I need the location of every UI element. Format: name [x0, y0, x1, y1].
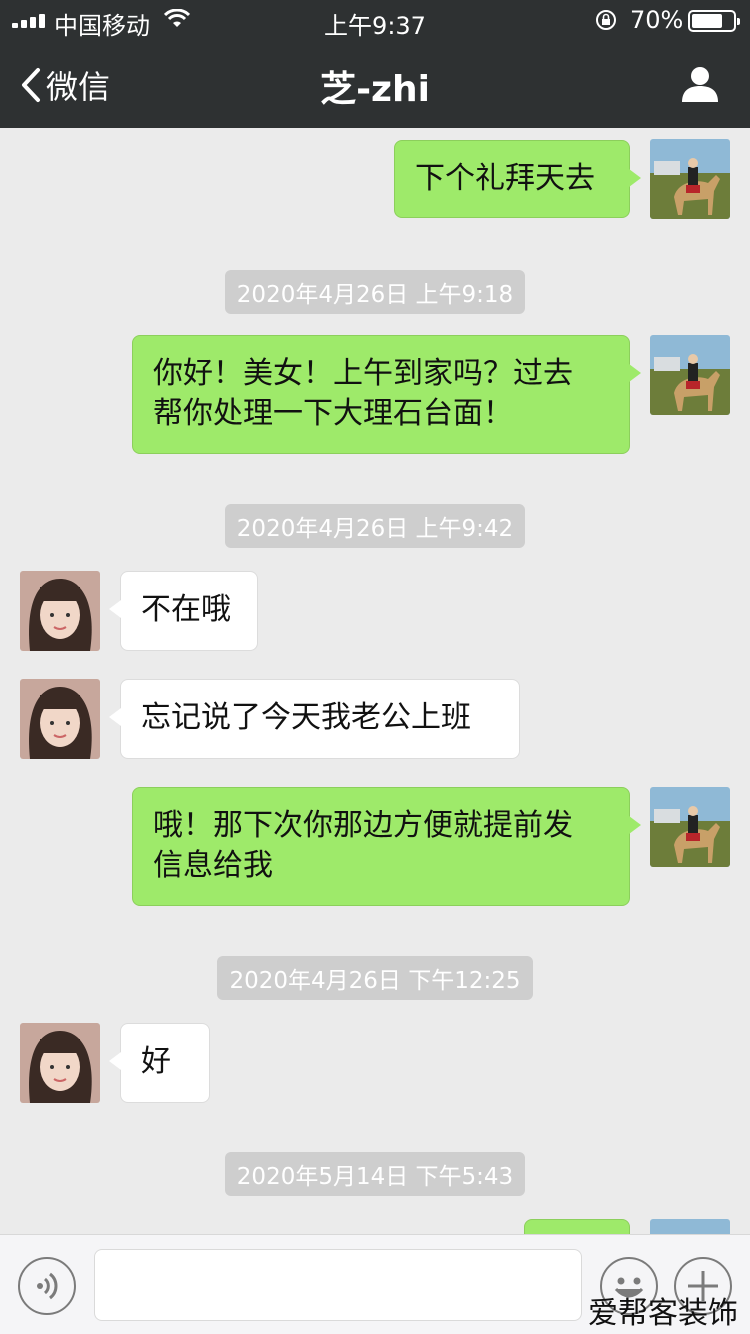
message-text: 不在哦: [141, 592, 231, 627]
message-text: 忘记说了今天我老公上班: [141, 700, 471, 735]
battery-percent: 70%: [630, 6, 684, 34]
message-text-line: 你好！美女！上午到家吗？过去: [153, 356, 573, 391]
my-avatar[interactable]: [650, 1219, 730, 1234]
avatar-photo-girl: [20, 679, 100, 759]
my-avatar[interactable]: [650, 335, 730, 415]
message-bubble-incoming[interactable]: 忘记说了今天我老公上班: [109, 679, 520, 759]
header: 中国移动 上午9:37 70% 微信 芝-zhi: [0, 0, 750, 128]
watermark: 爱帮客装饰: [588, 1296, 738, 1331]
battery-icon: [688, 10, 740, 32]
message-input[interactable]: [94, 1249, 582, 1321]
nav-bar: 微信 芝-zhi: [0, 40, 750, 128]
timestamp: 2020年5月14日 下午5:43: [0, 1152, 750, 1196]
message-bubble-incoming[interactable]: 不在哦: [109, 571, 258, 651]
timestamp: 2020年4月26日 上午9:18: [0, 270, 750, 314]
message-text: 下个礼拜天去: [415, 161, 595, 196]
voice-icon: [37, 1272, 58, 1300]
timestamp: 2020年4月26日 上午9:42: [0, 504, 750, 548]
avatar-photo-girl: [20, 571, 100, 651]
my-avatar[interactable]: [650, 787, 730, 867]
my-avatar[interactable]: [650, 139, 730, 219]
message-text-line: 哦！那下次你那边方便就提前发: [153, 808, 573, 843]
avatar-photo-horse: [650, 335, 730, 415]
voice-button[interactable]: [18, 1257, 76, 1315]
avatar-photo-girl: [20, 1023, 100, 1103]
contact-avatar[interactable]: [20, 571, 100, 651]
avatar-photo-horse: [650, 787, 730, 867]
message-list[interactable]: 下个礼拜天去 2020年4月26日 上午9:18 你好！美女！上午到家吗？过去 …: [0, 128, 750, 1234]
avatar-photo-horse: [650, 1219, 730, 1234]
contact-avatar[interactable]: [20, 679, 100, 759]
message-bubble-outgoing[interactable]: [524, 1219, 630, 1234]
orientation-lock-icon: [596, 10, 616, 30]
message-bubble-incoming[interactable]: 好: [109, 1023, 210, 1103]
message-bubble-outgoing[interactable]: 哦！那下次你那边方便就提前发 信息给我: [132, 787, 641, 906]
chat-title: 芝-zhi: [320, 69, 430, 110]
status-bar: 中国移动 上午9:37 70%: [0, 0, 750, 40]
avatar-photo-horse: [650, 139, 730, 219]
message-bubble-outgoing[interactable]: 你好！美女！上午到家吗？过去 帮你处理一下大理石台面！: [132, 335, 641, 454]
message-text-line: 帮你处理一下大理石台面！: [153, 396, 513, 431]
contact-profile-icon[interactable]: [680, 64, 720, 104]
contact-avatar[interactable]: [20, 1023, 100, 1103]
message-text: 好: [141, 1044, 171, 1079]
message-bubble-outgoing[interactable]: 下个礼拜天去: [394, 140, 641, 218]
message-text-line: 信息给我: [153, 848, 273, 883]
timestamp: 2020年4月26日 下午12:25: [0, 956, 750, 1000]
